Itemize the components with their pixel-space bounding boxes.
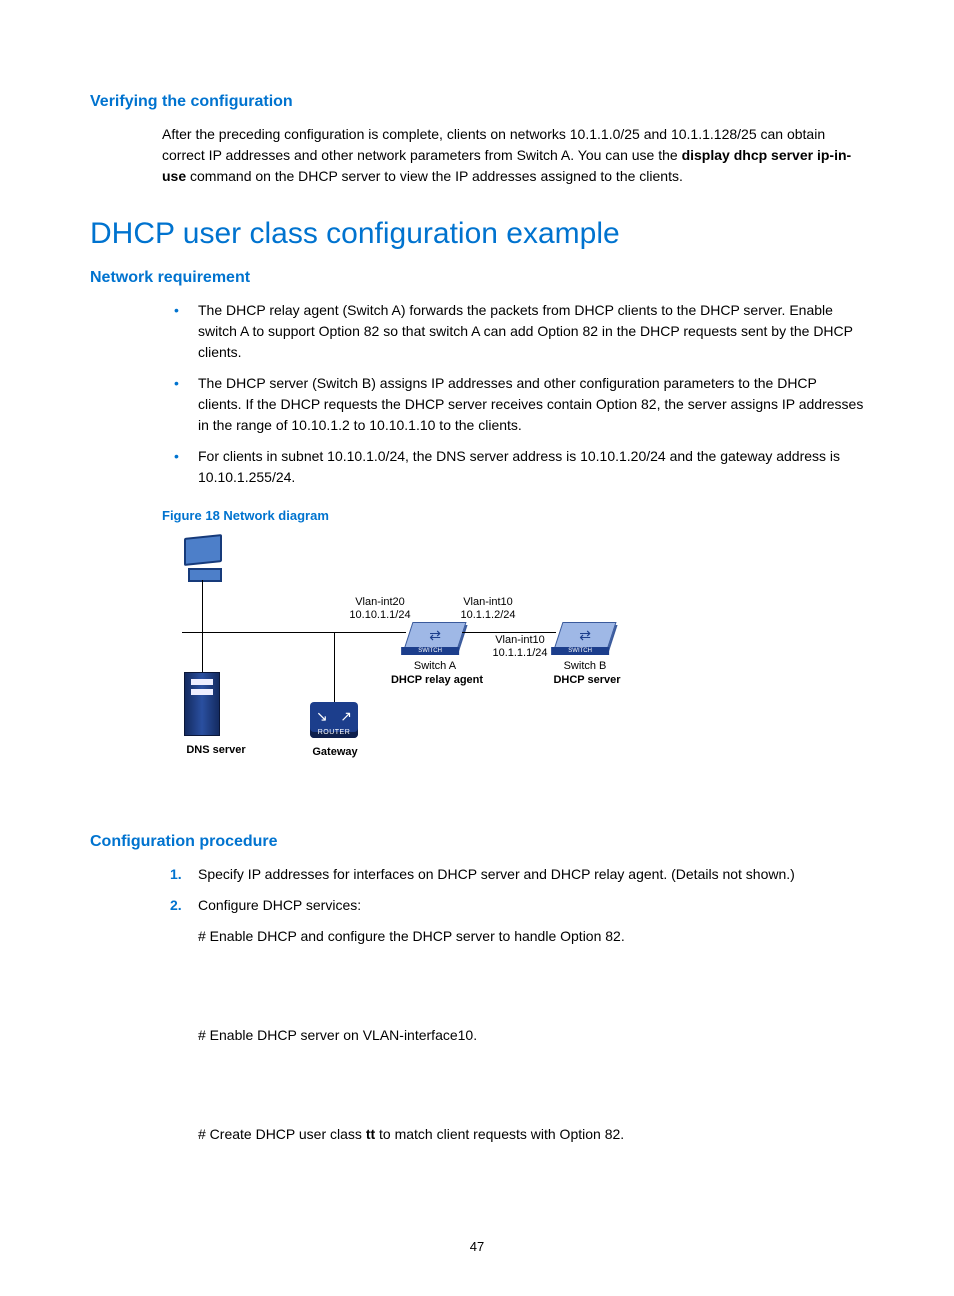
label-relay: DHCP relay agent: [372, 672, 502, 689]
label-dns: DNS server: [166, 742, 266, 759]
netreq-list: The DHCP relay agent (Switch A) forwards…: [162, 300, 864, 488]
label-server: DHCP server: [532, 672, 642, 689]
page-number: 47: [0, 1237, 954, 1257]
step-item: Configure DHCP services:: [162, 895, 864, 916]
label-ip20: 10.10.1.1/24: [340, 607, 420, 624]
server-icon: [184, 672, 220, 736]
heading-title: DHCP user class configuration example: [90, 211, 864, 256]
switch-a-icon: SWITCH: [403, 622, 466, 650]
bullet-item: The DHCP server (Switch B) assigns IP ad…: [162, 373, 864, 436]
label-ip10b: 10.1.1.1/24: [480, 645, 560, 662]
bold-text: tt: [366, 1126, 375, 1142]
substep-c: # Create DHCP user class tt to match cli…: [198, 1124, 864, 1145]
page: Verifying the configuration After the pr…: [0, 0, 954, 1296]
heading-config: Configuration procedure: [90, 830, 864, 854]
heading-verify: Verifying the configuration: [90, 90, 864, 114]
wire: [202, 580, 203, 672]
label-gateway: Gateway: [300, 744, 370, 761]
bullet-item: The DHCP relay agent (Switch A) forwards…: [162, 300, 864, 363]
text: command on the DHCP server to view the I…: [186, 168, 683, 184]
config-steps: Specify IP addresses for interfaces on D…: [162, 864, 864, 916]
switch-b-icon: SWITCH: [553, 622, 616, 650]
step-item: Specify IP addresses for interfaces on D…: [162, 864, 864, 885]
substep-b: # Enable DHCP server on VLAN-interface10…: [198, 1025, 864, 1046]
router-icon: ↘↗ ROUTER: [310, 702, 358, 738]
label-ip10a: 10.1.1.2/24: [448, 607, 528, 624]
wire: [334, 632, 335, 702]
wire: [462, 632, 556, 633]
wire: [182, 632, 406, 633]
bullet-item: For clients in subnet 10.10.1.0/24, the …: [162, 446, 864, 488]
network-diagram: DNS server ↘↗ ROUTER Gateway SWITCH Swit…: [180, 532, 660, 782]
para-verify: After the preceding configuration is com…: [162, 124, 864, 187]
pc-icon: [184, 536, 224, 580]
substep-a: # Enable DHCP and configure the DHCP ser…: [198, 926, 864, 947]
figure-caption: Figure 18 Network diagram: [162, 506, 864, 526]
heading-netreq: Network requirement: [90, 266, 864, 290]
text: to match client requests with Option 82.: [375, 1126, 624, 1142]
text: # Create DHCP user class: [198, 1126, 366, 1142]
